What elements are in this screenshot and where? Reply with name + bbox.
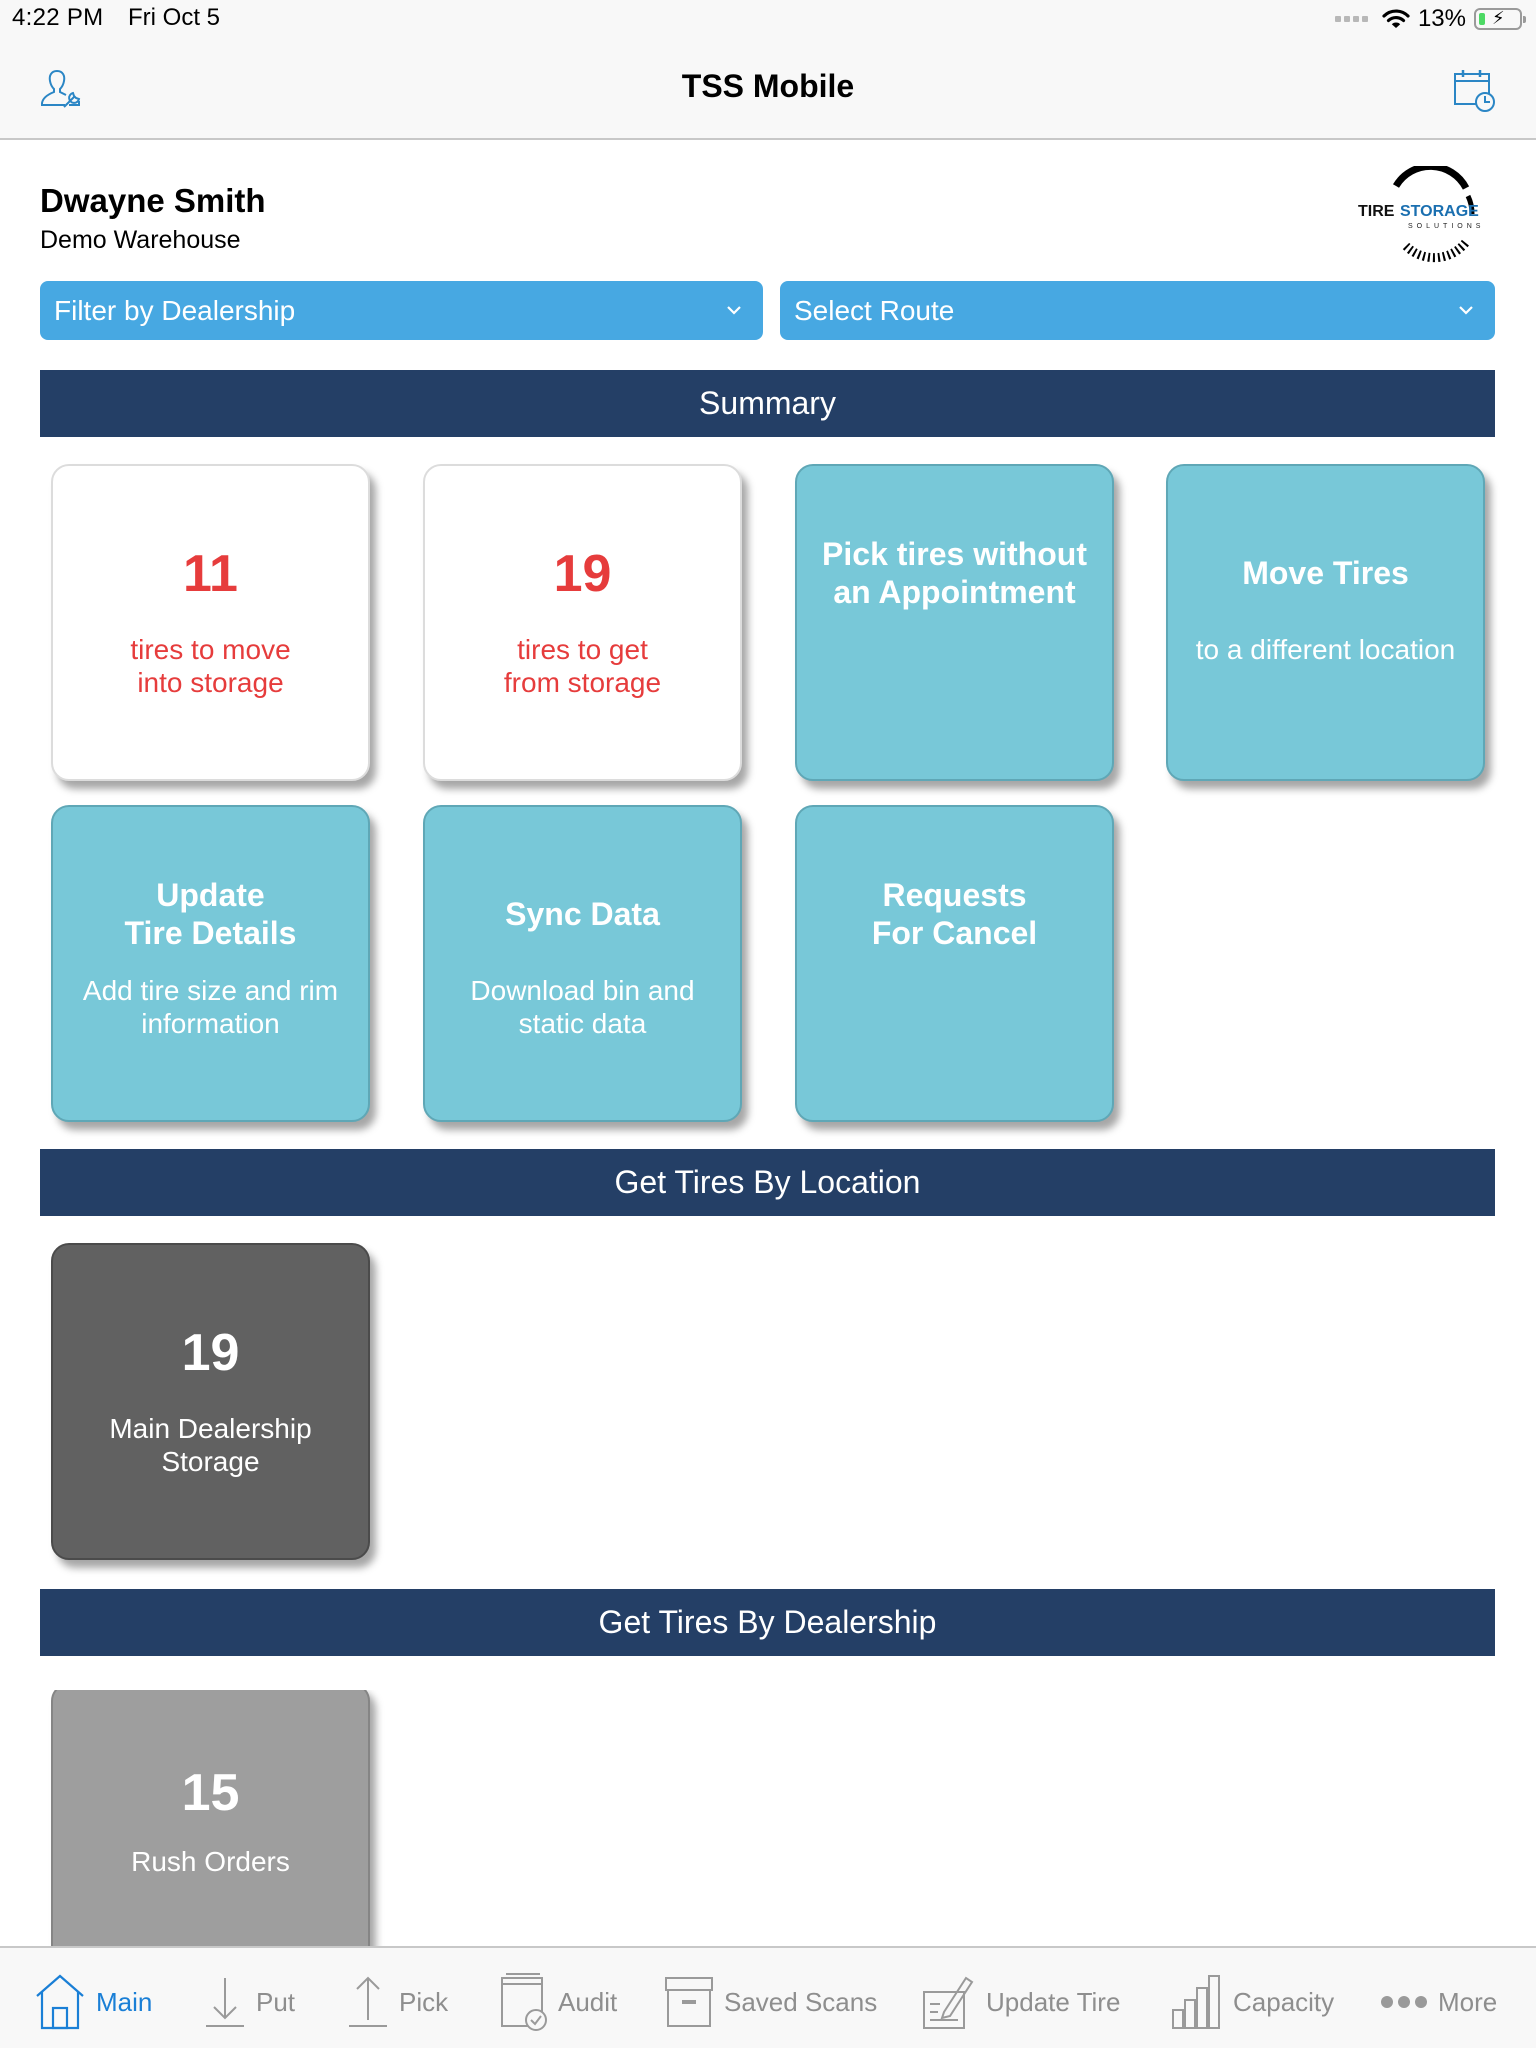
rush-orders-tile[interactable]: 15 Rush Orders xyxy=(51,1690,370,1946)
tile-title-line2: an Appointment xyxy=(833,574,1076,610)
tab-main[interactable]: Main xyxy=(34,1974,152,2030)
app-title: TSS Mobile xyxy=(681,68,855,104)
select-route-value: Select Route xyxy=(794,294,955,326)
by-location-title: Get Tires By Location xyxy=(614,1164,921,1200)
tires-to-move-tile[interactable]: 11 tires to move into storage xyxy=(51,464,370,781)
navigation-bar: 4:22 PM Fri Oct 5 13% ⚡ TSS Mobile xyxy=(0,0,1536,140)
tile-desc-line2: from storage xyxy=(503,667,662,698)
tab-bar: Main Put Pick Audit Saved Scans Update T… xyxy=(0,1946,1536,2048)
tile-desc-line1: tires to move xyxy=(130,634,291,665)
status-time: 4:22 PM xyxy=(12,4,104,31)
charging-bolt-icon: ⚡ xyxy=(1492,8,1505,28)
svg-text:STORAGE: STORAGE xyxy=(1400,203,1479,220)
tab-audit[interactable]: Audit xyxy=(500,1973,618,2031)
user-name: Dwayne Smith xyxy=(40,182,266,219)
tile-count: 19 xyxy=(181,1324,240,1382)
tile-label: Rush Orders xyxy=(131,1846,290,1877)
cellular-signal-icon xyxy=(1334,16,1368,22)
arrow-up-icon xyxy=(349,1976,387,2027)
tab-pick[interactable]: Pick xyxy=(347,1974,448,2030)
tab-label: More xyxy=(1438,1986,1498,2017)
chevron-down-icon xyxy=(1459,306,1473,315)
summary-title: Summary xyxy=(699,385,836,421)
tire-logo-icon: TIRE STORAGE SOLUTIONS xyxy=(1358,162,1484,263)
tile-desc-line2: information xyxy=(141,1008,280,1039)
battery-icon: ⚡ xyxy=(1474,8,1526,30)
tab-label: Capacity xyxy=(1233,1986,1335,2017)
update-tire-details-tile[interactable]: Update Tire Details Add tire size and ri… xyxy=(51,805,370,1122)
svg-text:SOLUTIONS: SOLUTIONS xyxy=(1408,223,1484,230)
svg-text:TIRE: TIRE xyxy=(1358,203,1395,220)
tile-label-line1: Main Dealership xyxy=(109,1413,312,1444)
tab-saved-scans[interactable]: Saved Scans xyxy=(664,1974,877,2030)
status-indicators: 13% ⚡ xyxy=(1334,4,1526,34)
tile-count: 15 xyxy=(181,1764,240,1822)
wifi-icon xyxy=(1382,9,1410,28)
location-tile[interactable]: 19 Main Dealership Storage xyxy=(51,1243,370,1560)
tile-count: 11 xyxy=(183,545,238,603)
scroll-clip: 15 Rush Orders xyxy=(0,1690,1536,1946)
filter-dealership-value: Filter by Dealership xyxy=(54,294,296,326)
more-dots-icon xyxy=(1381,1996,1427,2008)
warehouse-name: Demo Warehouse xyxy=(40,226,241,254)
status-date: Fri Oct 5 xyxy=(128,4,221,31)
by-location-section-header: Get Tires By Location xyxy=(40,1149,1495,1216)
tile-title-line1: Requests xyxy=(882,877,1027,913)
chevron-down-icon xyxy=(727,306,741,315)
select-route-dropdown[interactable]: Select Route xyxy=(780,281,1495,340)
arrow-down-icon xyxy=(206,1978,244,2027)
tab-more[interactable]: More xyxy=(1380,1974,1497,2030)
calendar-button[interactable] xyxy=(1450,66,1498,114)
home-icon xyxy=(36,1974,84,2030)
bar-chart-icon xyxy=(1172,1975,1220,2029)
tile-desc-line1: Add tire size and rim xyxy=(82,975,339,1006)
tab-label: Pick xyxy=(399,1986,449,2017)
tires-to-get-tile[interactable]: 19 tires to get from storage xyxy=(423,464,742,781)
tab-label: Put xyxy=(256,1986,296,2017)
tile-title: Move Tires xyxy=(1242,555,1409,591)
tile-desc-line2: into storage xyxy=(137,667,284,698)
filter-dealership-dropdown[interactable]: Filter by Dealership xyxy=(40,281,763,340)
sync-data-tile[interactable]: Sync Data Download bin and static data xyxy=(423,805,742,1122)
audit-icon xyxy=(501,1973,547,2031)
by-dealership-title: Get Tires By Dealership xyxy=(598,1604,937,1640)
tab-label: Update Tire xyxy=(986,1986,1121,2017)
pick-without-appointment-tile[interactable]: Pick tires without an Appointment xyxy=(795,464,1114,781)
move-tires-tile[interactable]: Move Tires to a different location xyxy=(1166,464,1485,781)
tab-capacity[interactable]: Capacity xyxy=(1171,1974,1334,2030)
requests-for-cancel-tile[interactable]: Requests For Cancel xyxy=(795,805,1114,1122)
tile-title: Sync Data xyxy=(505,896,660,932)
calendar-clock-icon xyxy=(1454,70,1495,112)
tab-label: Audit xyxy=(558,1986,618,2017)
tab-label: Main xyxy=(96,1986,153,2017)
tile-title-line2: Tire Details xyxy=(124,915,297,951)
tile-desc-line1: tires to get xyxy=(517,634,648,665)
edit-form-icon xyxy=(923,1976,974,2029)
tile-count: 19 xyxy=(553,545,612,603)
tile-label-line2: Storage xyxy=(161,1446,260,1477)
by-dealership-section-header: Get Tires By Dealership xyxy=(40,1589,1495,1656)
tile-title-line1: Update xyxy=(156,877,265,913)
company-logo: TIRE STORAGE SOLUTIONS xyxy=(1356,162,1498,264)
tile-title-line2: For Cancel xyxy=(871,915,1038,951)
summary-section-header: Summary xyxy=(40,370,1495,437)
tile-desc-line2: static data xyxy=(518,1008,647,1039)
tile-desc-line1: Download bin and xyxy=(470,975,695,1006)
tile-title-line1: Pick tires without xyxy=(822,536,1087,572)
tab-put[interactable]: Put xyxy=(204,1974,295,2030)
tab-label: Saved Scans xyxy=(724,1986,878,2017)
tile-desc: to a different location xyxy=(1195,634,1456,665)
battery-percent: 13% xyxy=(1417,5,1466,32)
tab-update-tire[interactable]: Update Tire xyxy=(922,1974,1120,2030)
archive-box-icon xyxy=(665,1977,713,2027)
